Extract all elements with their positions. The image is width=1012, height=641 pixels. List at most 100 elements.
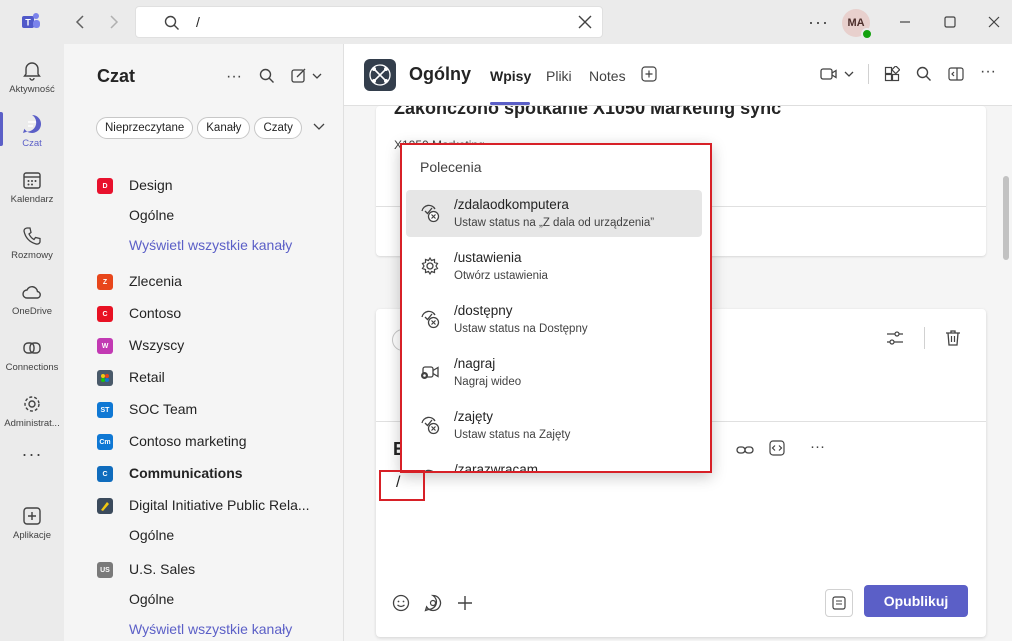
command-item-away[interactable]: /zdalaodkomputera Ustaw status na „Z dal…	[406, 190, 702, 237]
channel-name: Ogólne	[129, 591, 175, 607]
close-window-icon[interactable]	[986, 14, 1002, 30]
command-item-busy[interactable]: /zajęty Ustaw status na Zajęty	[406, 402, 702, 449]
more-options-icon[interactable]: ···	[808, 12, 829, 33]
list-item[interactable]: US U.S. Sales	[64, 553, 343, 585]
tab-posts[interactable]: Wpisy	[490, 68, 531, 84]
more-options-icon[interactable]: ···	[226, 69, 242, 85]
add-icon[interactable]	[456, 594, 474, 612]
rail-more-apps[interactable]: ···	[0, 444, 64, 474]
command-item-record[interactable]: /nagraj Nagraj wideo	[406, 349, 702, 396]
app-rail: Aktywność Czat Kalendarz Rozmowy OneDriv…	[0, 44, 64, 641]
header-divider	[868, 64, 869, 84]
rail-item-onedrive[interactable]: OneDrive	[0, 272, 64, 322]
tab-notes[interactable]: Notes	[589, 68, 626, 84]
rail-item-activity[interactable]: Aktywność	[0, 50, 64, 100]
rail-label: Connections	[5, 362, 59, 373]
more-options-icon[interactable]: ···	[980, 64, 996, 80]
list-item[interactable]: Wyświetl wszystkie kanały	[64, 229, 343, 261]
meet-video-icon[interactable]	[820, 66, 856, 82]
rail-item-calls[interactable]: Rozmowy	[0, 216, 64, 266]
rail-item-connections[interactable]: Connections	[0, 328, 64, 378]
new-chat-icon[interactable]	[291, 68, 323, 84]
maximize-icon[interactable]	[942, 14, 958, 30]
command-description: Ustaw status na Dostępny	[454, 323, 588, 335]
command-description: Nagraj wideo	[454, 376, 522, 388]
team-name: Zlecenia	[129, 273, 182, 289]
code-icon[interactable]	[769, 440, 785, 456]
avatar[interactable]: MA	[842, 9, 873, 40]
channel-name: Ogólne	[129, 527, 175, 543]
side-panel-icon[interactable]	[948, 66, 964, 82]
list-item[interactable]: Digital Initiative Public Rela...	[64, 489, 343, 521]
filter-channels[interactable]: Kanały	[197, 117, 251, 139]
search-icon[interactable]	[916, 66, 932, 82]
rail-item-chat[interactable]: Czat	[0, 104, 64, 154]
chevron-down-icon[interactable]	[312, 119, 326, 139]
rail-label: Kalendarz	[10, 194, 54, 205]
minimize-icon[interactable]	[897, 14, 913, 30]
filter-unread[interactable]: Nieprzeczytane	[96, 117, 194, 139]
publish-button[interactable]: Opublikuj	[864, 585, 968, 617]
svg-text:T: T	[25, 18, 31, 28]
search-input[interactable]: /	[135, 6, 603, 38]
command-item-brb[interactable]: /zarazwracam	[406, 455, 702, 471]
search-value: /	[196, 14, 200, 30]
list-item[interactable]: Wyświetl wszystkie kanały	[64, 613, 343, 641]
add-tab-icon[interactable]	[641, 66, 657, 82]
rail-item-apps[interactable]: Aplikacje	[0, 496, 64, 546]
search-icon[interactable]	[259, 68, 275, 84]
channel-name: Ogólne	[129, 207, 175, 223]
more-icon: ···	[21, 444, 43, 464]
team-badge: Cm	[97, 434, 113, 450]
teams-logo-icon: T	[20, 11, 42, 33]
avatar-initials: MA	[847, 17, 865, 29]
delete-icon[interactable]	[945, 329, 961, 347]
command-item-available[interactable]: /dostępny Ustaw status na Dostępny	[406, 296, 702, 343]
team-logo-icon	[364, 59, 396, 91]
team-name: Digital Initiative Public Rela...	[129, 497, 310, 513]
post-options-icon[interactable]	[825, 589, 853, 617]
list-item[interactable]: Ogólne	[64, 199, 343, 231]
view-all-channels-link[interactable]: Wyświetl wszystkie kanały	[129, 237, 292, 253]
clear-search-icon[interactable]	[578, 15, 592, 29]
list-item[interactable]: D Design	[64, 169, 343, 201]
list-item[interactable]: Ogólne	[64, 583, 343, 615]
tab-files[interactable]: Pliki	[546, 68, 572, 84]
command-item-settings[interactable]: /ustawienia Otwórz ustawienia	[406, 243, 702, 290]
view-all-channels-link[interactable]: Wyświetl wszystkie kanały	[129, 621, 292, 637]
link-icon[interactable]	[736, 443, 754, 457]
rail-label: Czat	[22, 138, 42, 149]
list-item[interactable]: Retail	[64, 361, 343, 393]
apps-icon[interactable]	[884, 66, 900, 82]
rail-item-calendar[interactable]: Kalendarz	[0, 160, 64, 210]
command-menu-title: Polecenia	[420, 159, 482, 175]
more-format-icon[interactable]: ···	[810, 439, 825, 454]
team-name: Wszyscy	[129, 337, 185, 353]
list-item[interactable]: Cm Contoso marketing	[64, 425, 343, 457]
back-arrow-icon[interactable]	[70, 12, 90, 32]
bell-icon	[20, 58, 44, 82]
format-options-icon[interactable]	[886, 330, 904, 346]
list-item[interactable]: Ogólne	[64, 519, 343, 551]
list-item[interactable]: C Contoso	[64, 297, 343, 329]
command-name: /dostępny	[454, 303, 513, 318]
list-item[interactable]: C Communications	[64, 457, 343, 489]
rail-label: Aplikacje	[12, 530, 52, 541]
post-title: Zakończono spotkanie X1050 Marketing syn…	[394, 106, 782, 118]
status-busy-icon	[420, 415, 440, 435]
list-item[interactable]: Z Zlecenia	[64, 265, 343, 297]
add-app-icon	[20, 504, 44, 528]
list-item[interactable]: W Wszyscy	[64, 329, 343, 361]
loop-icon[interactable]	[424, 594, 442, 612]
scrollbar[interactable]	[1003, 176, 1009, 260]
emoji-icon[interactable]	[392, 594, 410, 612]
filter-chats[interactable]: Czaty	[254, 117, 302, 139]
forward-arrow-icon[interactable]	[104, 12, 124, 32]
chat-panel: Czat ··· Nieprzeczytane Kanały Czaty D D…	[64, 44, 344, 641]
title-bar: T / ··· MA	[0, 0, 1012, 44]
phone-icon	[20, 224, 44, 248]
team-name: Contoso marketing	[129, 433, 247, 449]
list-item[interactable]: ST SOC Team	[64, 393, 343, 425]
rail-item-admin[interactable]: Administrat...	[0, 384, 64, 434]
command-name: /zdalaodkomputera	[454, 197, 569, 212]
